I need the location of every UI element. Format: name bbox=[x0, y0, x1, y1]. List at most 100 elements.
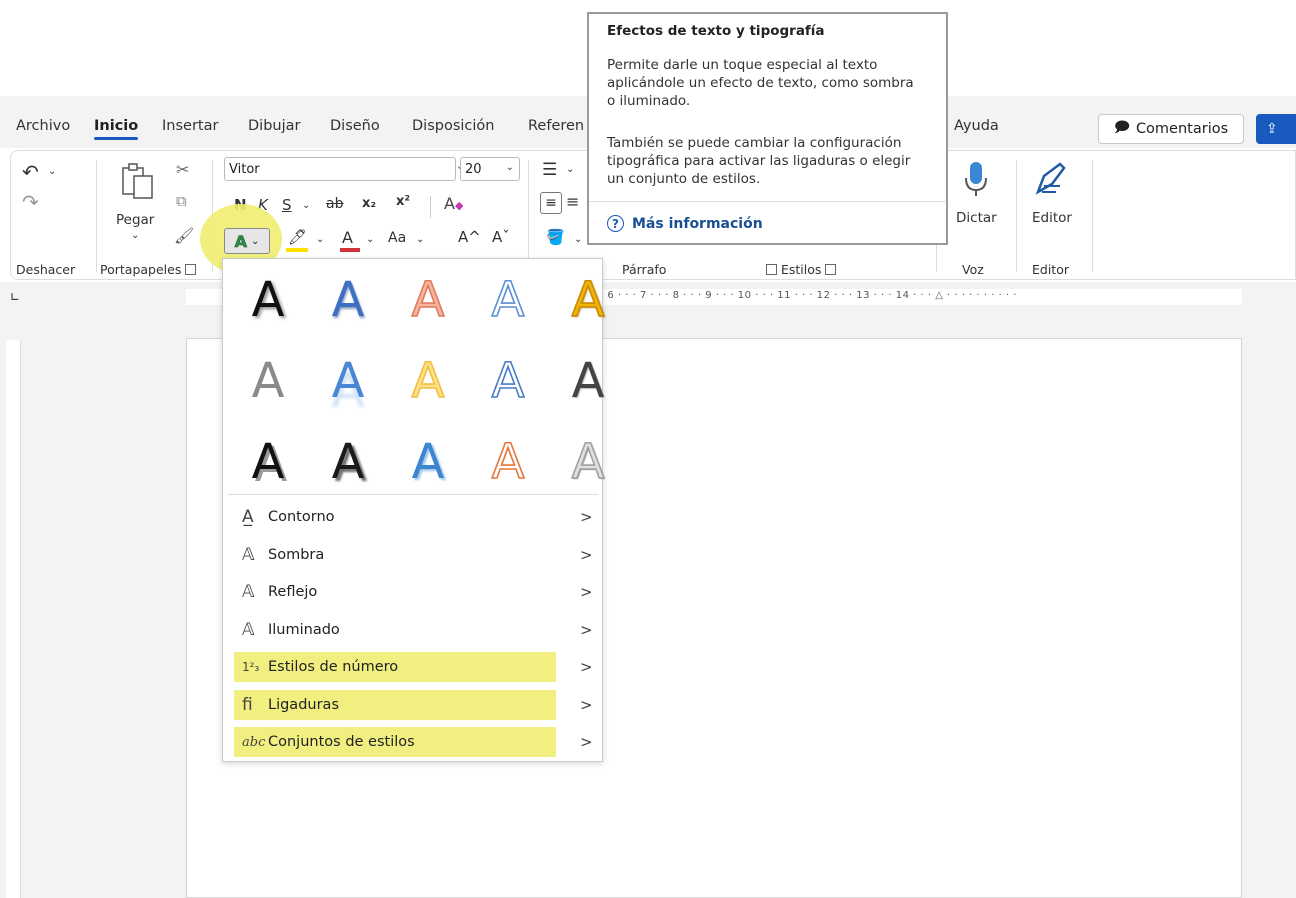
shading-icon[interactable]: 🪣 bbox=[546, 228, 565, 246]
menu-item-estilos-de-numero[interactable]: 1²₃ Estilos de número > bbox=[234, 652, 593, 682]
group-label-styles: Estilos bbox=[766, 262, 837, 277]
undo-icon[interactable]: ↶ bbox=[22, 160, 39, 184]
text-effect-preset-3[interactable]: A bbox=[398, 270, 458, 330]
tab-diseno[interactable]: Diseño bbox=[330, 118, 380, 134]
more-info-label: Más información bbox=[632, 215, 763, 232]
more-info-link[interactable]: ? Más información bbox=[607, 215, 763, 232]
submenu-chevron-icon: > bbox=[580, 658, 593, 676]
tab-disposicion[interactable]: Disposición bbox=[412, 118, 494, 134]
paste-label[interactable]: Pegar bbox=[116, 212, 154, 228]
share-button[interactable]: ⇪ bbox=[1256, 114, 1296, 144]
group-label-voice: Voz bbox=[962, 262, 984, 277]
vertical-ruler[interactable] bbox=[6, 340, 21, 898]
align-center-icon[interactable]: ≡ bbox=[566, 192, 579, 211]
shrink-font-button[interactable]: Aˇ bbox=[492, 228, 510, 246]
comments-button[interactable]: 🗩 Comentarios bbox=[1098, 114, 1244, 144]
submenu-chevron-icon: > bbox=[580, 583, 593, 601]
text-effect-preset-6[interactable]: A bbox=[238, 351, 298, 411]
tab-referencias[interactable]: Referen bbox=[528, 118, 584, 134]
undo-dropdown-chevron-icon[interactable]: ⌄ bbox=[48, 166, 56, 177]
menu-item-iluminado[interactable]: 𝔸 Iluminado > bbox=[234, 615, 598, 645]
text-reflection-icon: 𝔸 bbox=[242, 582, 255, 602]
grow-font-button[interactable]: A^ bbox=[458, 228, 481, 246]
format-painter-icon[interactable]: 🖌 bbox=[174, 226, 194, 245]
font-color-chevron-icon[interactable]: ⌄ bbox=[366, 234, 374, 245]
highlighter-icon[interactable]: 🖊 bbox=[288, 228, 307, 246]
font-name-value: Vitor bbox=[229, 161, 260, 177]
font-size-value: 20 bbox=[465, 161, 482, 177]
text-effect-preset-8[interactable]: A bbox=[398, 351, 458, 411]
dialog-launcher-icon[interactable] bbox=[766, 264, 777, 275]
text-effect-preset-2[interactable]: A bbox=[318, 270, 378, 330]
text-effect-preset-12[interactable]: A bbox=[318, 432, 378, 492]
text-shadow-icon: 𝔸 bbox=[242, 544, 255, 565]
subscript-button[interactable]: x₂ bbox=[362, 196, 376, 211]
tab-stop-selector-icon[interactable]: ∟ bbox=[10, 290, 20, 304]
text-effect-preset-13[interactable]: A bbox=[398, 432, 458, 492]
submenu-chevron-icon: > bbox=[580, 620, 593, 639]
text-effect-preset-11[interactable]: A bbox=[238, 432, 298, 492]
redo-icon[interactable]: ↷ bbox=[22, 190, 39, 214]
menu-item-conjuntos-de-estilos[interactable]: abc Conjuntos de estilos > bbox=[234, 727, 593, 757]
align-left-icon[interactable]: ≡ bbox=[540, 192, 562, 214]
font-size-combobox[interactable]: 20 ⌄ bbox=[460, 157, 520, 181]
submenu-chevron-icon: > bbox=[580, 508, 593, 526]
share-icon: ⇪ bbox=[1266, 121, 1278, 137]
tab-insertar[interactable]: Insertar bbox=[162, 118, 218, 134]
strikethrough-button[interactable]: ab bbox=[326, 196, 343, 212]
tab-dibujar[interactable]: Dibujar bbox=[248, 118, 300, 134]
text-effect-preset-7[interactable]: A bbox=[318, 351, 378, 411]
change-case-chevron-icon[interactable]: ⌄ bbox=[416, 234, 424, 245]
menu-item-contorno[interactable]: A̲ Contorno > bbox=[234, 502, 598, 532]
dialog-launcher-icon[interactable] bbox=[185, 264, 197, 275]
shading-chevron-icon[interactable]: ⌄ bbox=[574, 234, 582, 245]
font-color-bar bbox=[340, 248, 360, 252]
text-glow-icon: 𝔸 bbox=[242, 619, 255, 640]
menu-item-label: Sombra bbox=[268, 546, 325, 563]
dictate-label[interactable]: Dictar bbox=[956, 210, 997, 226]
editor-pen-icon[interactable] bbox=[1030, 160, 1068, 198]
paste-icon[interactable] bbox=[120, 162, 154, 200]
group-separator bbox=[1016, 160, 1017, 272]
menu-item-label: Ligaduras bbox=[268, 696, 339, 713]
text-effect-preset-14[interactable]: A bbox=[478, 432, 538, 492]
tab-archivo[interactable]: Archivo bbox=[16, 118, 70, 134]
bullets-chevron-icon[interactable]: ⌄ bbox=[566, 164, 574, 175]
submenu-chevron-icon: > bbox=[580, 695, 593, 714]
text-effect-preset-4[interactable]: A bbox=[478, 270, 538, 330]
text-effect-preset-9[interactable]: A bbox=[478, 351, 538, 411]
text-effect-preset-15[interactable]: A bbox=[558, 432, 618, 492]
paste-dropdown-chevron-icon[interactable]: ⌄ bbox=[131, 230, 139, 241]
menu-item-ligaduras[interactable]: ﬁ Ligaduras > bbox=[234, 689, 593, 720]
change-case-button[interactable]: Aa bbox=[388, 230, 406, 246]
menu-divider bbox=[228, 494, 598, 495]
text-effect-preset-1[interactable]: A bbox=[238, 270, 298, 330]
group-label-paragraph: Párrafo bbox=[622, 262, 667, 277]
menu-item-reflejo[interactable]: 𝔸 Reflejo > bbox=[234, 577, 598, 607]
tab-ayuda[interactable]: Ayuda bbox=[954, 118, 999, 134]
highlighter-chevron-icon[interactable]: ⌄ bbox=[316, 234, 324, 245]
cut-icon[interactable]: ✂ bbox=[176, 160, 189, 179]
underline-chevron-icon[interactable]: ⌄ bbox=[302, 200, 310, 211]
submenu-chevron-icon: > bbox=[580, 733, 593, 751]
text-effect-preset-5[interactable]: A bbox=[558, 270, 618, 330]
menu-item-label: Estilos de número bbox=[268, 659, 399, 675]
microphone-icon[interactable] bbox=[962, 160, 990, 198]
superscript-button[interactable]: x² bbox=[396, 194, 410, 209]
text-effect-preset-10[interactable]: A bbox=[558, 351, 618, 411]
menu-item-sombra[interactable]: 𝔸 Sombra > bbox=[234, 540, 598, 570]
dialog-launcher-icon[interactable] bbox=[825, 264, 837, 275]
clear-formatting-icon[interactable]: A◆ bbox=[444, 194, 463, 213]
copy-icon[interactable]: ⧉ bbox=[176, 192, 187, 210]
text-effects-chevron-icon: ⌄ bbox=[251, 235, 260, 247]
font-color-icon[interactable]: A bbox=[342, 228, 353, 247]
tab-inicio[interactable]: Inicio bbox=[94, 118, 139, 140]
underline-button[interactable]: S bbox=[282, 196, 292, 214]
stylistic-sets-icon: abc bbox=[242, 734, 266, 750]
font-size-chevron-icon[interactable]: ⌄ bbox=[506, 162, 514, 173]
editor-label[interactable]: Editor bbox=[1032, 210, 1072, 226]
bullets-icon[interactable]: ☰ bbox=[542, 160, 557, 180]
text-effects-button[interactable]: A ⌄ bbox=[224, 228, 270, 254]
number-styles-icon: 1²₃ bbox=[242, 660, 260, 674]
font-name-combobox[interactable]: Vitor bbox=[224, 157, 456, 181]
